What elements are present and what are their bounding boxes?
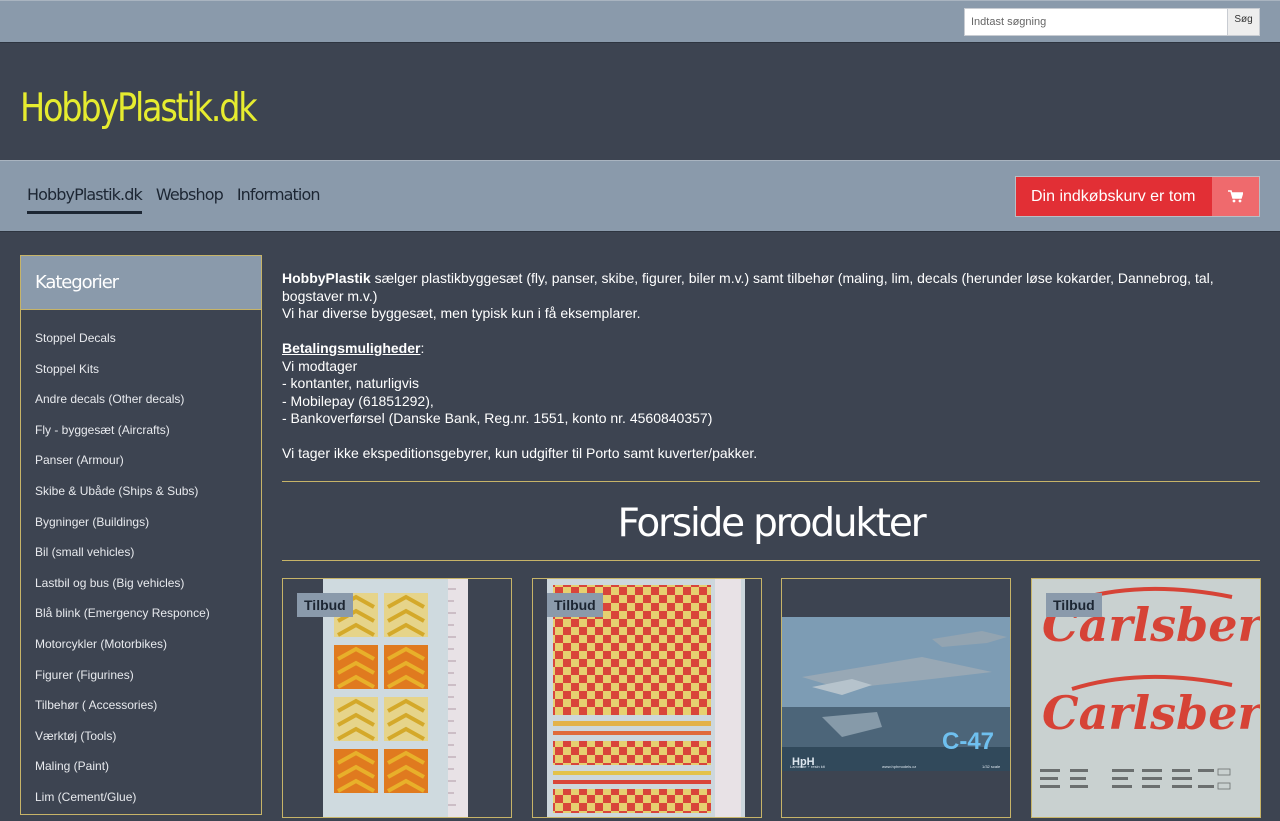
- category-item[interactable]: Figurer (Figurines): [35, 668, 261, 699]
- payment-option: - Mobilepay (61851292),: [282, 392, 434, 409]
- site-logo[interactable]: HobbyPlastik.dk: [20, 81, 258, 137]
- shopping-cart-icon[interactable]: [1212, 177, 1259, 216]
- search-input[interactable]: [964, 8, 1228, 36]
- category-item[interactable]: Blå blink (Emergency Responce): [35, 606, 261, 637]
- category-sidebar: Kategorier Stoppel Decals Stoppel Kits A…: [20, 255, 262, 815]
- intro-line2: Vi har diverse byggesæt, men typisk kun …: [282, 305, 641, 321]
- cart-button[interactable]: Din indkøbskurv er tom: [1015, 176, 1260, 217]
- category-list: Stoppel Decals Stoppel Kits Andre decals…: [21, 310, 261, 821]
- divider: [282, 559, 1260, 561]
- section-title: Forside produkter: [617, 500, 926, 546]
- product-card[interactable]: Tilbud: [532, 578, 762, 818]
- category-item[interactable]: Panser (Armour): [35, 453, 261, 484]
- sidebar-title: Kategorier: [35, 272, 119, 293]
- fees-note: Vi tager ikke ekspeditionsgebyrer, kun u…: [282, 445, 758, 461]
- category-item[interactable]: Værktøj (Tools): [35, 729, 261, 760]
- category-item[interactable]: Lastbil og bus (Big vehicles): [35, 576, 261, 607]
- site-header: HobbyPlastik.dk: [0, 43, 1280, 160]
- payment-heading-line: Betalingsmuligheder:: [282, 340, 1260, 358]
- main-navbar: HobbyPlastik.dk Webshop Information Din …: [0, 160, 1280, 232]
- offer-badge: Tilbud: [297, 593, 353, 617]
- category-item[interactable]: Stoppel Kits: [35, 362, 261, 393]
- nav-item-home[interactable]: HobbyPlastik.dk: [27, 185, 143, 214]
- search-button[interactable]: Søg: [1228, 8, 1260, 36]
- category-item[interactable]: Lim (Cement/Glue): [35, 790, 261, 821]
- main-content: HobbyPlastik sælger plastikbyggesæt (fly…: [282, 270, 1261, 818]
- category-item[interactable]: Andre decals (Other decals): [35, 392, 261, 423]
- category-item[interactable]: Bygninger (Buildings): [35, 515, 261, 546]
- sidebar-header: Kategorier: [21, 256, 261, 310]
- main-nav: HobbyPlastik.dk Webshop Information: [27, 185, 334, 214]
- offer-badge: Tilbud: [547, 593, 603, 617]
- payment-intro: Vi modtager: [282, 357, 358, 374]
- product-url: www.hphmodels.cz: [882, 764, 916, 769]
- payment-option: - kontanter, naturligvis: [282, 375, 419, 391]
- payment-colon: :: [420, 340, 425, 356]
- category-item[interactable]: Motorcykler (Motorbikes): [35, 637, 261, 668]
- category-item[interactable]: Tilbehør ( Accessories): [35, 698, 261, 729]
- intro-line1: sælger plastikbyggesæt (fly, panser, ski…: [282, 270, 1214, 304]
- category-item[interactable]: Bil (small vehicles): [35, 545, 261, 576]
- category-item[interactable]: Maling (Paint): [35, 759, 261, 790]
- product-image[interactable]: HpH C-47 Laminate + resin kit www.hphmod…: [782, 617, 1010, 771]
- intro-paragraph: HobbyPlastik sælger plastikbyggesæt (fly…: [282, 270, 1260, 305]
- product-grid: Tilbud Tilbud HpH C-47 Laminate + resin …: [282, 578, 1261, 818]
- product-card[interactable]: HpH C-47 Laminate + resin kit www.hphmod…: [781, 578, 1011, 818]
- offer-badge: Tilbud: [1046, 593, 1102, 617]
- nav-item-information[interactable]: Information: [237, 185, 321, 214]
- product-scale: 1/32 scale: [982, 764, 1001, 769]
- divider: [282, 480, 1260, 482]
- product-model-text: C-47: [942, 728, 994, 755]
- category-item[interactable]: Stoppel Decals: [35, 331, 261, 362]
- intro-text: HobbyPlastik sælger plastikbyggesæt (fly…: [282, 270, 1260, 463]
- carlsberg-text: Carlsberg: [1042, 686, 1261, 740]
- product-caption: Laminate + resin kit: [790, 764, 826, 769]
- payment-heading: Betalingsmuligheder: [282, 340, 421, 356]
- product-card[interactable]: Carlsberg Carlsberg Tilbud: [1031, 578, 1261, 818]
- search-form: Søg: [964, 8, 1260, 36]
- cart-label[interactable]: Din indkøbskurv er tom: [1016, 177, 1212, 216]
- nav-item-webshop[interactable]: Webshop: [156, 185, 224, 214]
- product-card[interactable]: Tilbud: [282, 578, 512, 818]
- payment-option: - Bankoverførsel (Danske Bank, Reg.nr. 1…: [282, 410, 713, 426]
- top-bar: Søg: [0, 0, 1280, 43]
- brand-name: HobbyPlastik: [282, 270, 371, 286]
- category-item[interactable]: Fly - byggesæt (Aircrafts): [35, 423, 261, 454]
- category-item[interactable]: Skibe & Ubåde (Ships & Subs): [35, 484, 261, 515]
